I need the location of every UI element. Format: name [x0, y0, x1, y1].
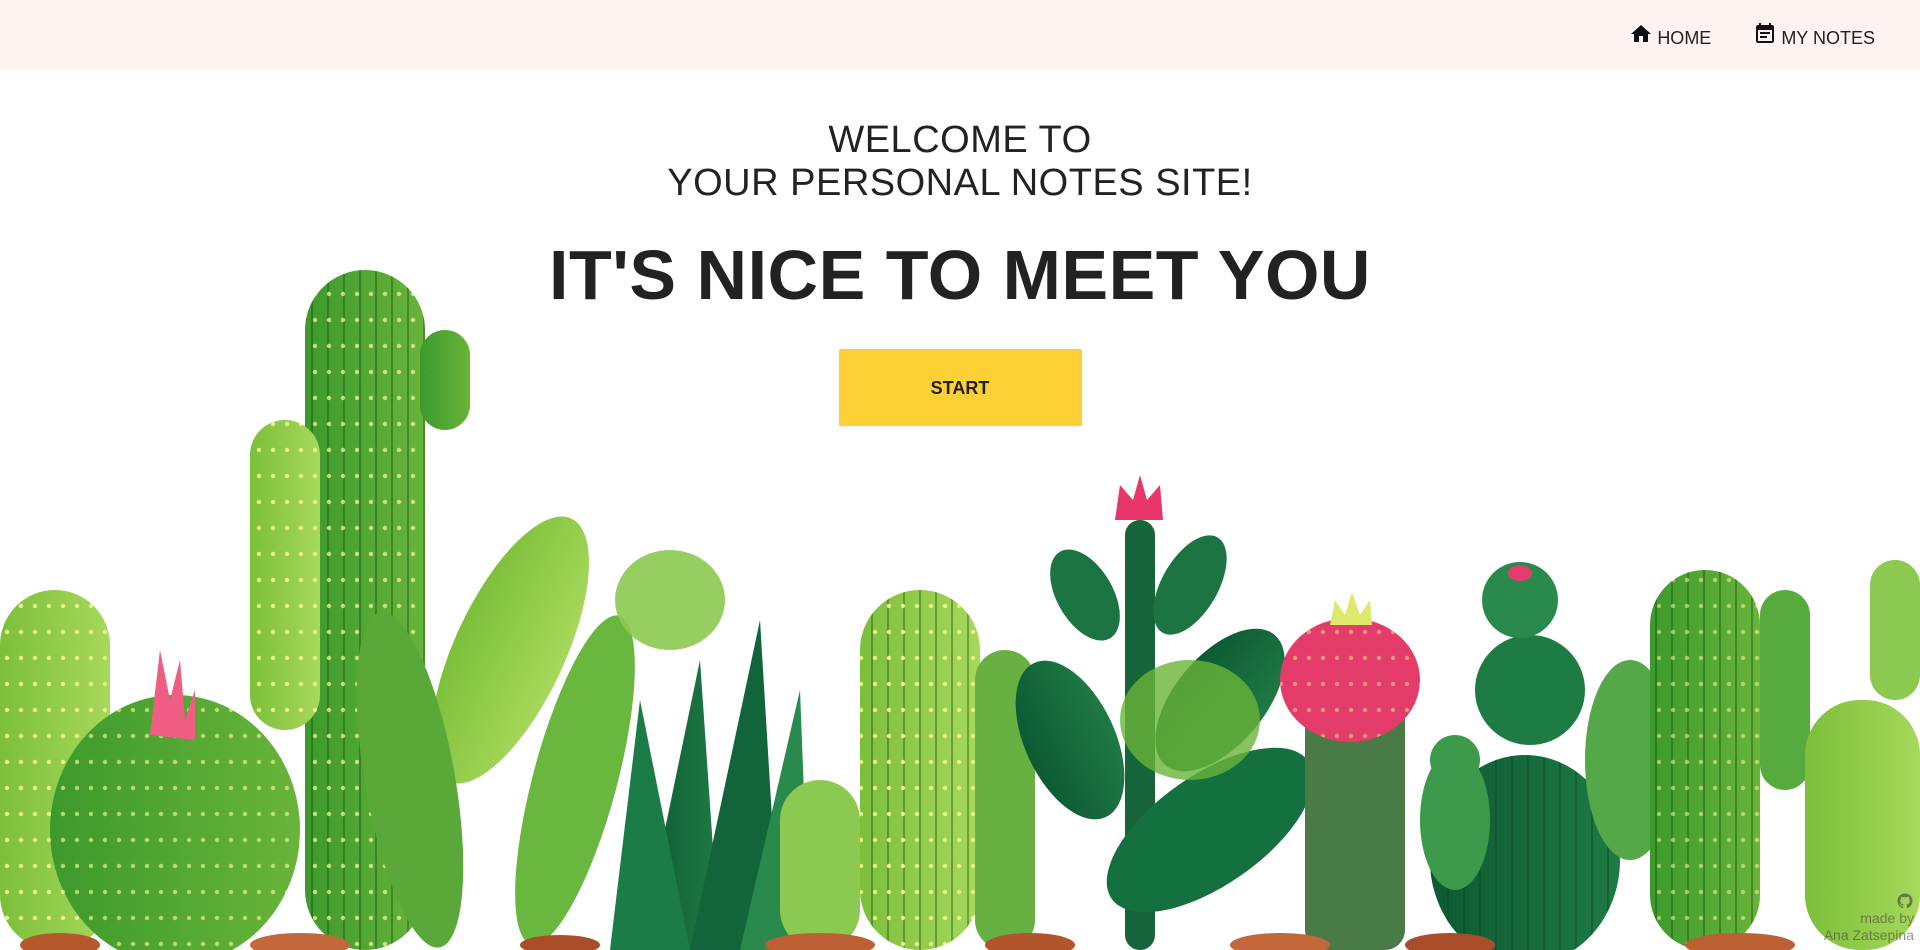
nav-home-link[interactable]: HOME: [1629, 22, 1711, 49]
credit[interactable]: made by Ana Zatsepina: [1824, 892, 1914, 944]
column-cactus-middle: [780, 590, 1035, 950]
notes-icon: [1756, 23, 1775, 43]
nav-my-notes-label: MY NOTES: [1781, 27, 1875, 48]
hero-section: WELCOME TO YOUR PERSONAL NOTES SITE! IT'…: [0, 70, 1920, 426]
github-icon: [1897, 893, 1913, 909]
navbar: HOME MY NOTES: [0, 0, 1920, 70]
credit-line-1: made by: [1860, 910, 1914, 926]
nav-home-label: HOME: [1657, 27, 1712, 48]
home-icon: [1631, 25, 1652, 42]
headline: IT'S NICE TO MEET YOU: [549, 236, 1371, 314]
welcome-line-1: WELCOME TO: [828, 119, 1092, 161]
welcome-text: WELCOME TO YOUR PERSONAL NOTES SITE!: [0, 119, 1920, 205]
nav-my-notes-link[interactable]: MY NOTES: [1753, 22, 1875, 49]
page: HOME MY NOTES WELCOME TO YOUR PERSONAL N…: [0, 0, 1920, 950]
start-button[interactable]: START: [838, 349, 1082, 426]
stacked-cactus: [1420, 562, 1675, 950]
credit-line-2: Ana Zatsepina: [1823, 927, 1914, 943]
welcome-line-2: YOUR PERSONAL NOTES SITE!: [667, 162, 1253, 204]
